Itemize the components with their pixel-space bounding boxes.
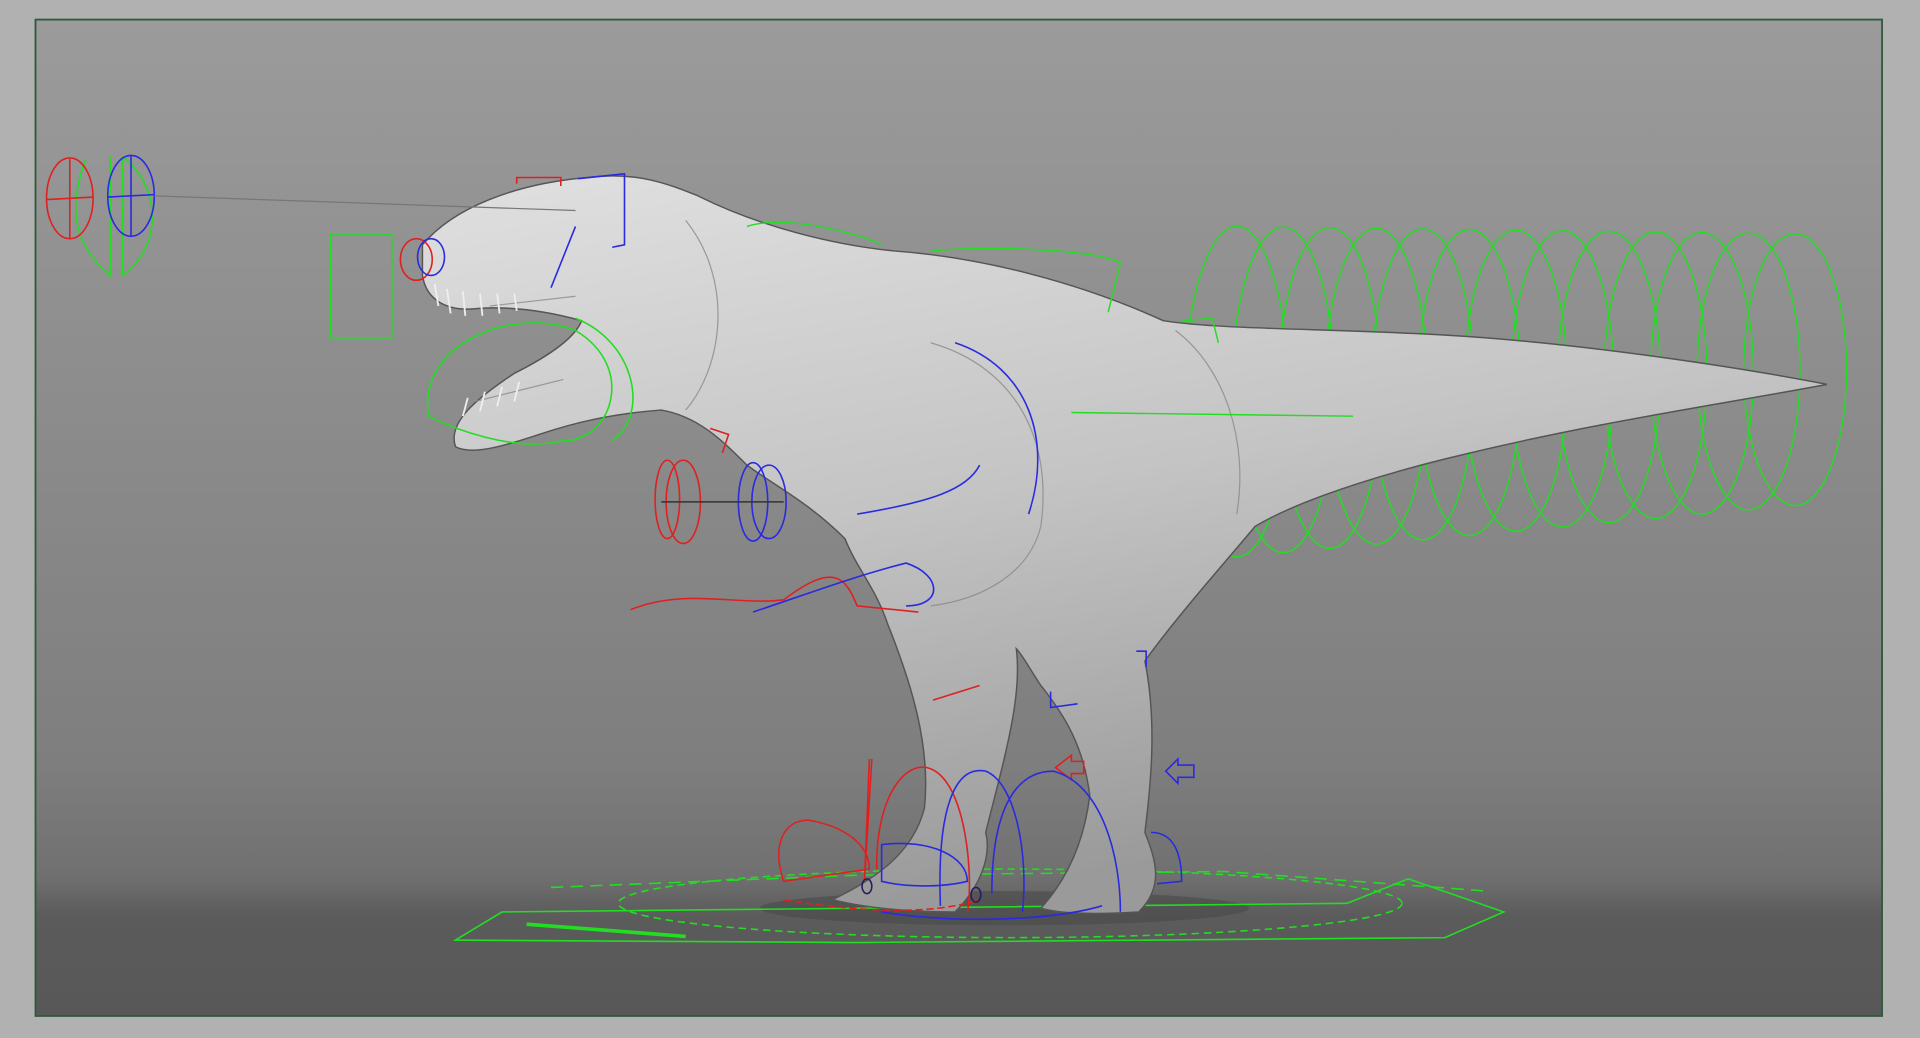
3d-viewport[interactable] bbox=[0, 0, 1920, 1038]
viewport-canvas[interactable] bbox=[0, 0, 1920, 1038]
